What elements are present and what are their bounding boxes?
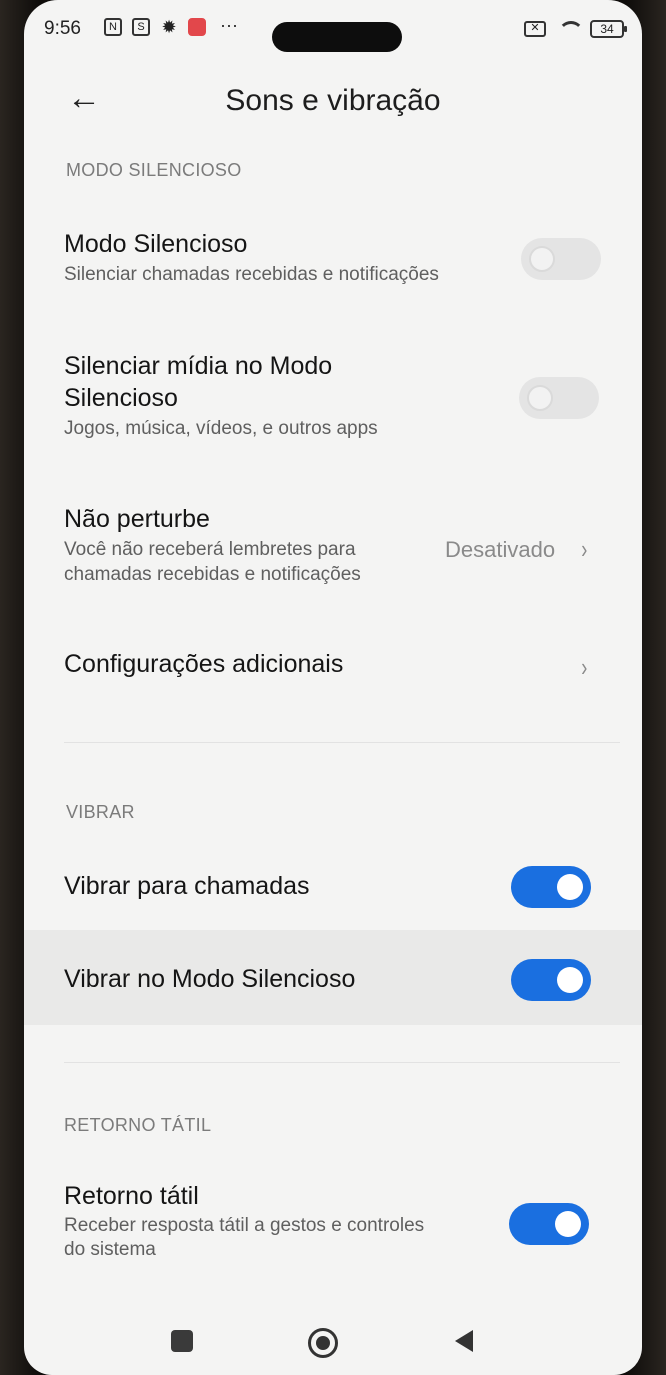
- nfc-icon: N: [104, 18, 122, 36]
- divider: [64, 1062, 620, 1063]
- setting-title: Não perturbe: [64, 505, 210, 533]
- mail-icon: [188, 18, 206, 36]
- back-triangle-icon: [455, 1330, 473, 1352]
- home-button[interactable]: [304, 1320, 344, 1364]
- toggle-knob: [557, 967, 583, 993]
- setting-title: Configurações adicionais: [64, 650, 344, 678]
- section-vibrate: VIBRAR: [66, 802, 135, 822]
- setting-title-line1: Silenciar mídia no Modo: [64, 352, 333, 380]
- section-silent-mode: MODO SILENCIOSO: [66, 160, 242, 180]
- vibrate-silent-toggle[interactable]: [511, 959, 591, 1001]
- chevron-right-icon: ›: [581, 652, 588, 682]
- phone-frame: 9:56 N S ✹ ··· ✕ 34 ← Sons e vibração MO…: [0, 0, 666, 1375]
- gear-icon: ✹: [161, 17, 177, 37]
- chevron-right-icon: ›: [581, 534, 588, 564]
- no-sim-icon: ✕: [524, 21, 546, 37]
- vibrate-calls-toggle[interactable]: [511, 866, 591, 908]
- status-icons: N S ✹ ···: [104, 15, 242, 37]
- home-icon: [308, 1328, 338, 1358]
- wifi-icon: [556, 21, 584, 37]
- recents-button[interactable]: [163, 1320, 203, 1364]
- nav-back-button[interactable]: [447, 1320, 487, 1364]
- page-title: Sons e vibração: [225, 84, 441, 117]
- silent-mode-toggle[interactable]: [521, 238, 601, 280]
- status-right: ✕ 34: [524, 20, 627, 38]
- setting-desc: Jogos, música, vídeos, e outros apps: [64, 418, 378, 439]
- battery-icon: 34: [590, 20, 627, 38]
- toggle-knob: [529, 246, 555, 272]
- sim-icon: S: [132, 18, 150, 36]
- mute-media-toggle[interactable]: [519, 377, 599, 419]
- navigation-bar: [24, 1300, 642, 1375]
- do-not-disturb-value: Desativado: [445, 537, 556, 562]
- battery-level: 34: [600, 22, 614, 36]
- status-time: 9:56: [44, 18, 81, 39]
- setting-additional[interactable]: Configurações adicionais: [64, 648, 604, 688]
- camera-notch: [272, 22, 402, 52]
- toggle-knob: [527, 385, 553, 411]
- divider: [64, 742, 620, 743]
- setting-desc-line2: chamadas recebidas e notificações: [64, 564, 361, 585]
- toggle-knob: [555, 1211, 581, 1237]
- recents-icon: [171, 1330, 193, 1352]
- toggle-knob: [557, 874, 583, 900]
- screen: 9:56 N S ✹ ··· ✕ 34 ← Sons e vibração MO…: [24, 0, 642, 1375]
- more-dots-icon: ···: [220, 15, 238, 35]
- haptic-toggle[interactable]: [509, 1203, 589, 1245]
- section-haptic: RETORNO TÁTIL: [64, 1115, 212, 1135]
